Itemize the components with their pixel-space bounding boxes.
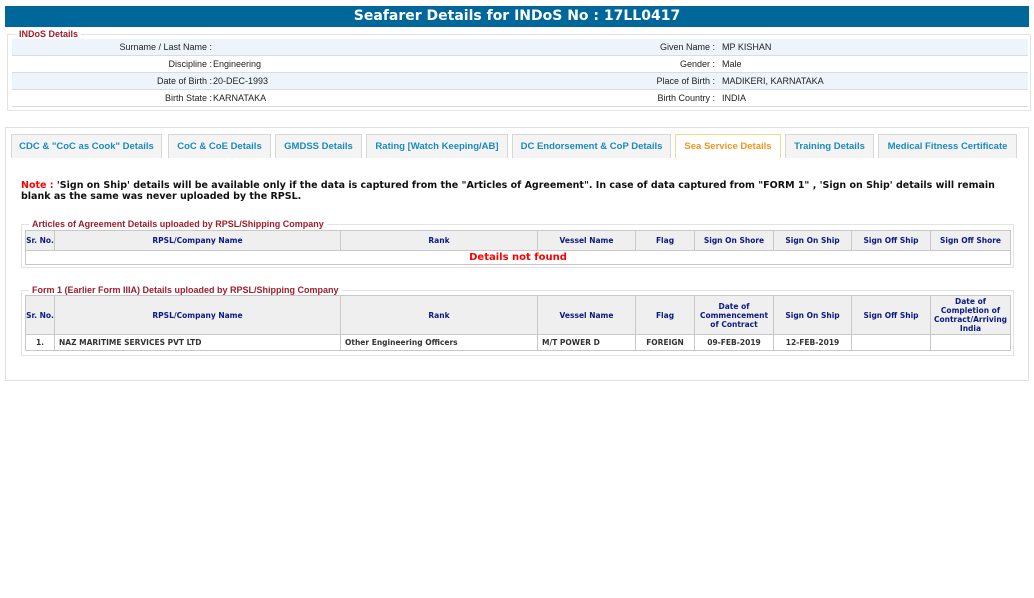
- column-header: Sign Off Shore: [930, 230, 1011, 251]
- column-header: Sr. No.: [25, 295, 55, 335]
- field-label: Gender :: [679, 59, 715, 69]
- field-label: Birth State :: [164, 93, 212, 103]
- field-value: 20-DEC-1993: [213, 76, 269, 86]
- tab-panel: CDC & "CoC as Cook" Details CoC & CoE Det…: [5, 127, 1029, 381]
- articles-of-agreement-table: Sr. No. RPSL/Company Name Rank Vessel Name F…: [25, 230, 1011, 265]
- column-header: Sign On Ship: [773, 230, 852, 251]
- field-value: Male: [722, 59, 742, 69]
- page-title: Seafarer Details for INDoS No : 17LL0417: [5, 6, 1029, 27]
- field-value: KARNATAKA: [213, 93, 267, 103]
- tab-training-details[interactable]: Training Details: [785, 134, 874, 158]
- tab-rating-watch-keeping-ab[interactable]: Rating [Watch Keeping/AB]: [366, 134, 508, 158]
- field-value: MP KISHAN: [722, 42, 772, 52]
- field-value: Engineering: [213, 59, 262, 69]
- column-header: RPSL/Company Name: [54, 230, 341, 251]
- column-header: Vessel Name: [537, 295, 636, 335]
- note-label: Note :: [21, 180, 54, 191]
- note-body: 'Sign on Ship' details will be available…: [21, 180, 995, 202]
- field-value: INDIA: [722, 93, 747, 103]
- table-cell: 09-FEB-2019: [694, 334, 774, 351]
- column-header: RPSL/Company Name: [54, 295, 341, 335]
- tab-coc-coe-details[interactable]: CoC & CoE Details: [168, 134, 271, 158]
- form1-table: Sr. No. RPSL/Company Name Rank Vessel Name F…: [25, 295, 1011, 351]
- column-header: Sign Off Ship: [851, 230, 931, 251]
- section-legend: Form 1 (Earlier Form IIIA) Details uploa…: [29, 285, 342, 295]
- column-header: Date of Commencement of Contract: [694, 295, 774, 335]
- tab-medical-fitness-certificate[interactable]: Medical Fitness Certificate: [878, 134, 1017, 158]
- note-text: Note : 'Sign on Ship' details will be av…: [21, 180, 1021, 202]
- table-cell: [930, 334, 1011, 351]
- column-header: Sign On Ship: [773, 295, 852, 335]
- column-header: Sign On Shore: [694, 230, 774, 251]
- table-cell: M/T POWER D: [537, 334, 636, 351]
- table-cell: 1.: [25, 334, 55, 351]
- section-legend: Articles of Agreement Details uploaded b…: [29, 219, 327, 229]
- field-label: Birth Country :: [657, 93, 715, 103]
- table-cell: Other Engineering Officers: [340, 334, 538, 351]
- table-cell: 12-FEB-2019: [773, 334, 852, 351]
- table-cell: [851, 334, 931, 351]
- column-header: Sr. No.: [25, 230, 55, 251]
- tab-dc-endorsement-cop-details[interactable]: DC Endorsement & CoP Details: [512, 134, 671, 158]
- field-label: Surname / Last Name :: [119, 42, 212, 52]
- field-value: MADIKERI, KARNATAKA: [722, 76, 824, 86]
- tab-gmdss-details[interactable]: GMDSS Details: [275, 134, 362, 158]
- indos-row: Discipline : Engineering Gender : Male: [12, 56, 1028, 73]
- section-legend: INDoS Details: [16, 29, 82, 39]
- column-header: Sign Off Ship: [851, 295, 931, 335]
- field-label: Date of Birth :: [156, 76, 212, 86]
- column-header: Flag: [635, 295, 695, 335]
- column-header: Vessel Name: [537, 230, 636, 251]
- indos-row: Date of Birth : 20-DEC-1993 Place of Bir…: [12, 73, 1028, 90]
- empty-message: Details not found: [25, 250, 1011, 265]
- indos-row: Surname / Last Name : Given Name : MP KI…: [12, 39, 1028, 56]
- field-label: Discipline :: [168, 59, 212, 69]
- field-label: Place of Birth :: [656, 76, 715, 86]
- field-label: Given Name :: [659, 42, 715, 52]
- column-header: Rank: [340, 295, 538, 335]
- table-cell: FOREIGN: [635, 334, 695, 351]
- column-header: Date of Completion of Contract/Arriving …: [930, 295, 1011, 335]
- tab-sea-service-details[interactable]: Sea Service Details: [675, 134, 781, 158]
- indos-row: Birth State : KARNATAKA Birth Country : …: [12, 90, 1028, 107]
- indos-details-section: INDoS Details Surname / Last Name : Give…: [7, 29, 1031, 111]
- table-cell: NAZ MARITIME SERVICES PVT LTD: [54, 334, 341, 351]
- column-header: Flag: [635, 230, 695, 251]
- column-header: Rank: [340, 230, 538, 251]
- tab-cdc-coc-as-cook-details[interactable]: CDC & "CoC as Cook" Details: [11, 134, 162, 158]
- table-row: 1. NAZ MARITIME SERVICES PVT LTD Other Eng…: [25, 334, 1011, 351]
